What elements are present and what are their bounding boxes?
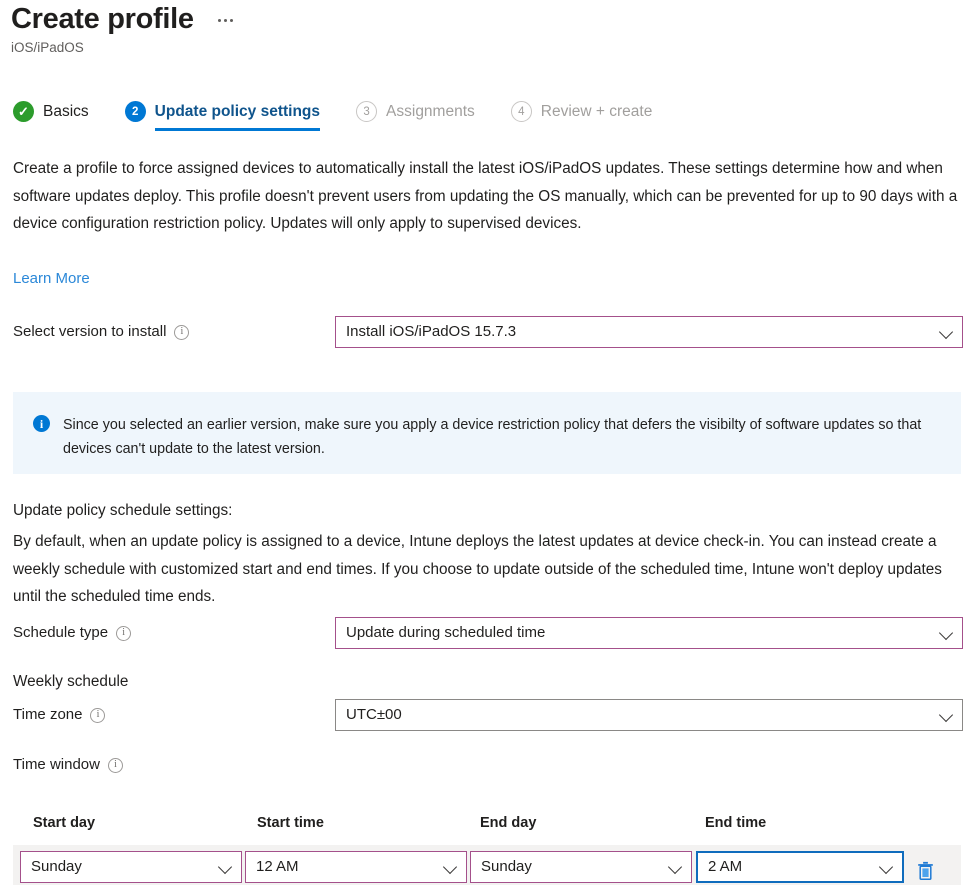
dot-1 bbox=[218, 19, 221, 22]
chevron-down-icon bbox=[669, 860, 683, 874]
chevron-down-icon bbox=[940, 325, 954, 339]
time-zone-dropdown[interactable]: UTC±00 bbox=[335, 699, 963, 731]
select-version-label: Select version to install i bbox=[13, 322, 189, 342]
end-day-dropdown[interactable]: Sunday bbox=[470, 851, 692, 883]
tab-review-create[interactable]: 4 Review + create bbox=[511, 101, 653, 131]
end-time-value: 2 AM bbox=[708, 857, 874, 877]
schedule-type-label: Schedule type i bbox=[13, 623, 131, 643]
intro-paragraph: Create a profile to force assigned devic… bbox=[13, 155, 961, 238]
info-icon-time-window[interactable]: i bbox=[108, 758, 123, 773]
tab-assignments[interactable]: 3 Assignments bbox=[356, 101, 475, 131]
end-time-dropdown[interactable]: 2 AM bbox=[696, 851, 904, 883]
step-number-badge-4: 4 bbox=[511, 101, 532, 122]
column-header-end-day-text: End day bbox=[480, 815, 536, 831]
info-banner: i Since you selected an earlier version,… bbox=[13, 392, 961, 474]
start-time-dropdown[interactable]: 12 AM bbox=[245, 851, 467, 883]
title-row: Create profile bbox=[11, 2, 235, 36]
info-icon-select-version[interactable]: i bbox=[174, 325, 189, 340]
tab-assignments-label: Assignments bbox=[386, 102, 475, 122]
select-version-dropdown[interactable]: Install iOS/iPadOS 15.7.3 bbox=[335, 316, 963, 348]
info-icon-time-zone[interactable]: i bbox=[90, 708, 105, 723]
column-header-end-time: End time bbox=[705, 812, 766, 834]
column-header-start-day: Start day bbox=[33, 812, 95, 834]
step-number-badge-2: 2 bbox=[125, 101, 146, 122]
tab-review-create-label: Review + create bbox=[541, 102, 653, 122]
select-version-label-text: Select version to install bbox=[13, 322, 166, 342]
dot-3 bbox=[230, 19, 233, 22]
column-header-start-day-text: Start day bbox=[33, 815, 95, 831]
column-header-end-day: End day bbox=[480, 812, 536, 834]
info-banner-text: Since you selected an earlier version, m… bbox=[63, 413, 943, 461]
chevron-down-icon bbox=[880, 860, 894, 874]
schedule-type-dropdown[interactable]: Update during scheduled time bbox=[335, 617, 963, 649]
create-profile-page: Create profile iOS/iPadOS ✓ Basics 2 Upd… bbox=[0, 0, 975, 885]
time-zone-label: Time zone i bbox=[13, 705, 105, 725]
page-subtitle: iOS/iPadOS bbox=[11, 39, 235, 57]
chevron-down-icon bbox=[940, 626, 954, 640]
end-day-value: Sunday bbox=[481, 857, 663, 877]
trash-icon bbox=[917, 861, 934, 881]
start-day-dropdown[interactable]: Sunday bbox=[20, 851, 242, 883]
column-header-start-time: Start time bbox=[257, 812, 324, 834]
learn-more-link[interactable]: Learn More bbox=[13, 269, 90, 289]
check-icon: ✓ bbox=[13, 101, 34, 122]
time-zone-value: UTC±00 bbox=[346, 705, 934, 725]
tab-update-policy-settings[interactable]: 2 Update policy settings bbox=[125, 101, 320, 131]
schedule-settings-heading: Update policy schedule settings: bbox=[13, 500, 232, 522]
schedule-settings-paragraph: By default, when an update policy is ass… bbox=[13, 528, 963, 611]
column-header-start-time-text: Start time bbox=[257, 815, 324, 831]
delete-row-button[interactable] bbox=[912, 856, 938, 885]
schedule-type-value: Update during scheduled time bbox=[346, 623, 934, 643]
start-day-value: Sunday bbox=[31, 857, 213, 877]
tab-update-policy-settings-label: Update policy settings bbox=[155, 102, 320, 122]
dot-2 bbox=[224, 19, 227, 22]
more-options-icon[interactable] bbox=[216, 15, 235, 26]
column-header-end-time-text: End time bbox=[705, 815, 766, 831]
step-number-badge-3: 3 bbox=[356, 101, 377, 122]
info-icon-schedule-type[interactable]: i bbox=[116, 626, 131, 641]
chevron-down-icon bbox=[219, 860, 233, 874]
time-window-label: Time window i bbox=[13, 755, 123, 775]
select-version-value: Install iOS/iPadOS 15.7.3 bbox=[346, 322, 934, 342]
schedule-type-label-text: Schedule type bbox=[13, 623, 108, 643]
start-time-value: 12 AM bbox=[256, 857, 438, 877]
time-zone-label-text: Time zone bbox=[13, 705, 82, 725]
chevron-down-icon bbox=[940, 708, 954, 722]
chevron-down-icon bbox=[444, 860, 458, 874]
page-header: Create profile iOS/iPadOS bbox=[11, 2, 235, 57]
tab-basics-label: Basics bbox=[43, 102, 89, 122]
page-title: Create profile bbox=[11, 2, 194, 36]
weekly-schedule-heading: Weekly schedule bbox=[13, 671, 128, 693]
info-circle-icon: i bbox=[33, 415, 50, 432]
time-window-label-text: Time window bbox=[13, 755, 100, 775]
tab-basics[interactable]: ✓ Basics bbox=[13, 101, 89, 131]
wizard-tabs: ✓ Basics 2 Update policy settings 3 Assi… bbox=[13, 101, 688, 131]
